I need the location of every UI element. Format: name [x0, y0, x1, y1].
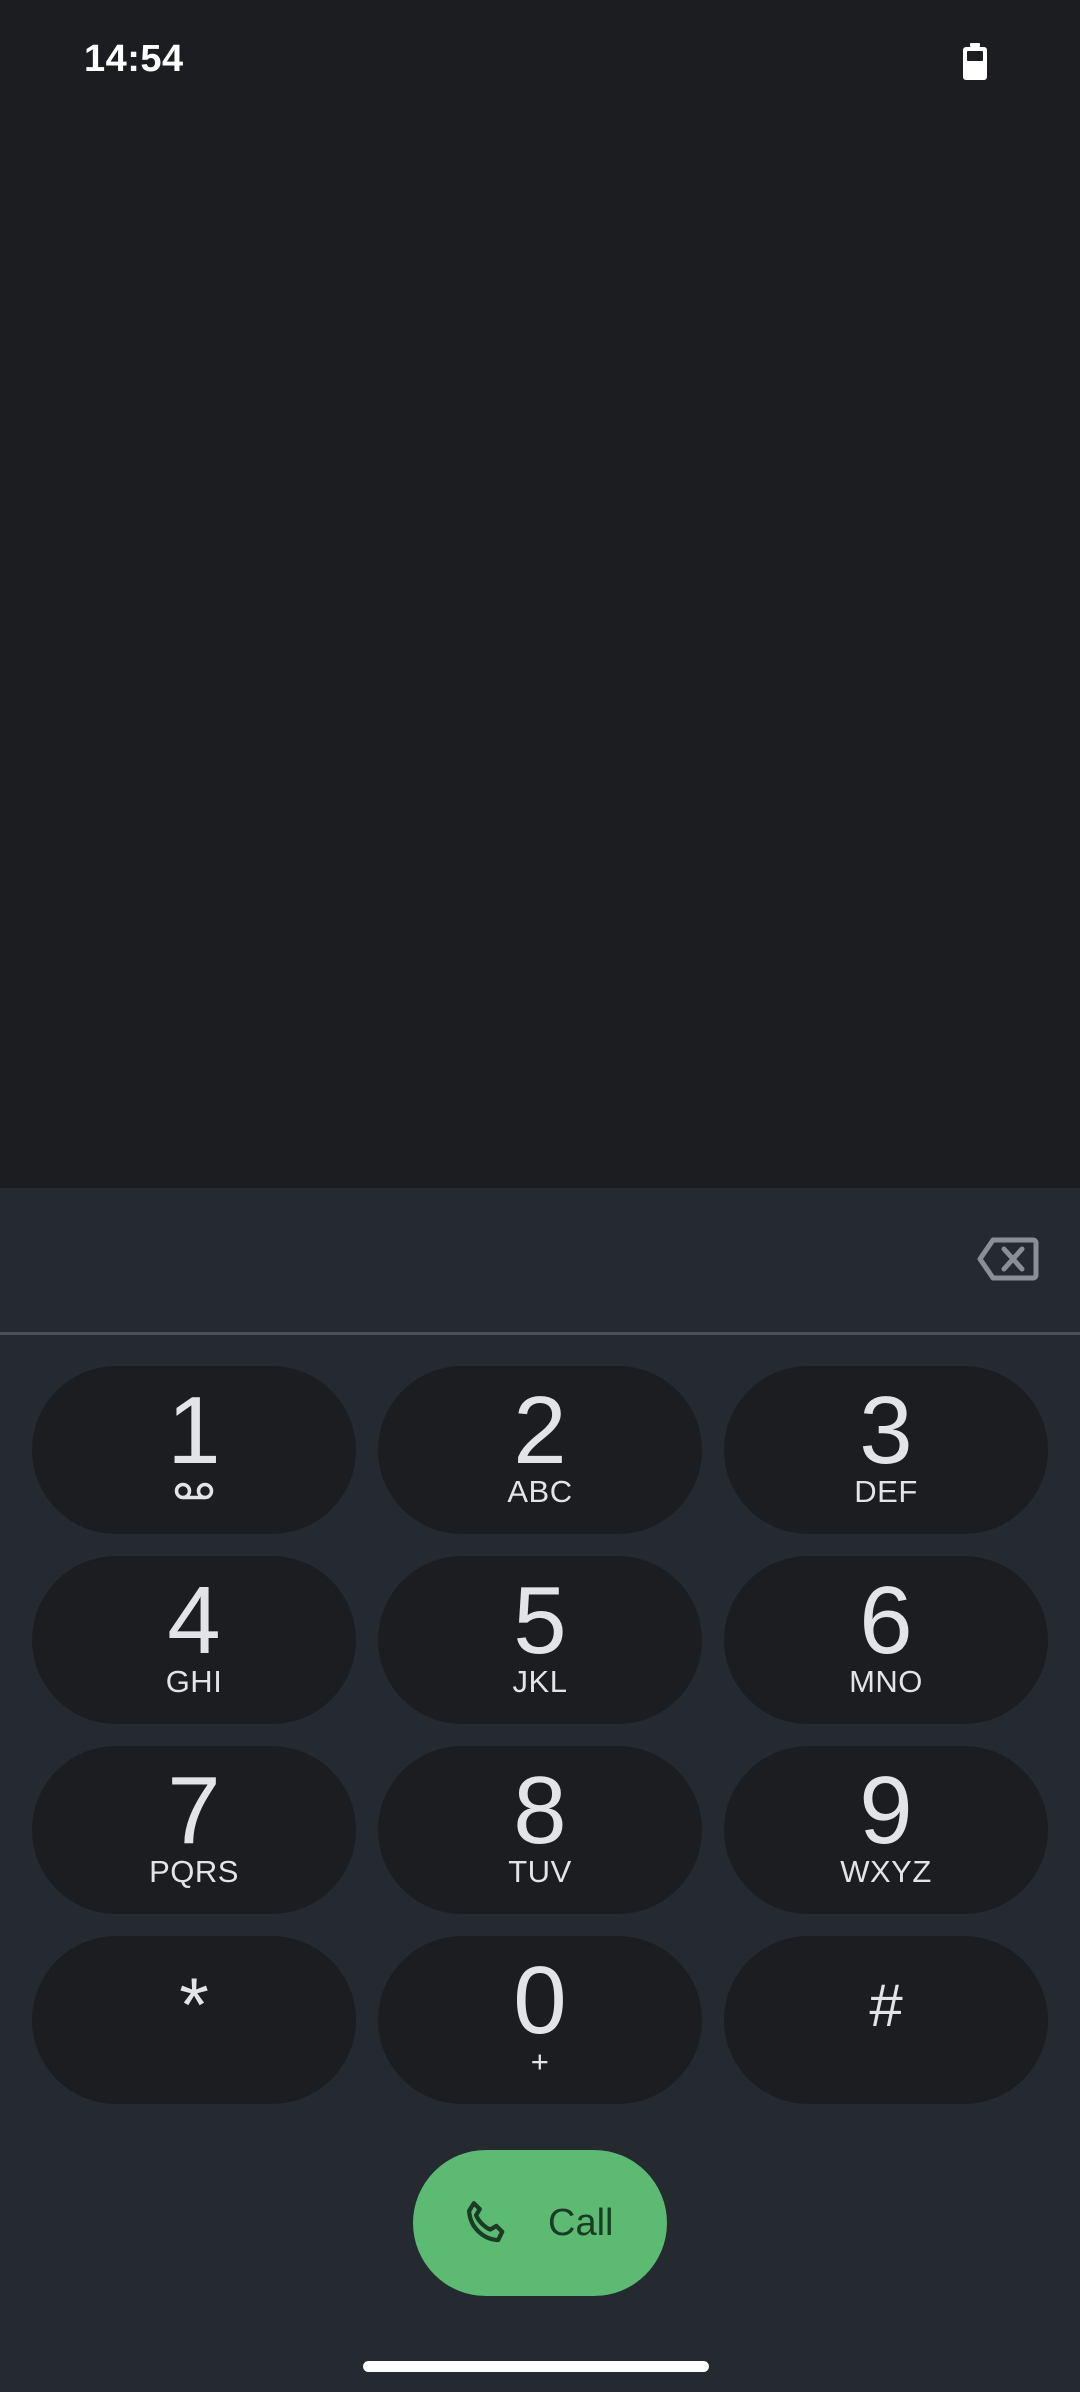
key-5[interactable]: 5 JKL: [378, 1556, 702, 1724]
key-letters: ABC: [507, 1474, 573, 1509]
key-4[interactable]: 4 GHI: [32, 1556, 356, 1724]
key-digit: 1: [167, 1377, 221, 1484]
key-digit: 3: [859, 1377, 913, 1484]
divider: [0, 1332, 1080, 1335]
key-letters: PQRS: [149, 1854, 239, 1889]
backspace-icon: [977, 1237, 1039, 1281]
digits-row: [0, 1188, 1080, 1332]
digits-display[interactable]: [60, 1218, 940, 1302]
backspace-button[interactable]: [970, 1224, 1046, 1294]
key-2[interactable]: 2 ABC: [378, 1366, 702, 1534]
key-0[interactable]: 0 +: [378, 1936, 702, 2104]
key-digit: 9: [859, 1757, 913, 1864]
voicemail-icon: [174, 1482, 214, 1500]
key-6[interactable]: 6 MNO: [724, 1556, 1048, 1724]
key-digit: 0: [513, 1947, 567, 2054]
key-star[interactable]: *: [32, 1936, 356, 2104]
key-hash[interactable]: #: [724, 1936, 1048, 2104]
key-digit: 6: [859, 1567, 913, 1674]
call-label: Call: [548, 2202, 614, 2244]
key-digit: 8: [513, 1757, 567, 1864]
key-letters: +: [530, 2044, 550, 2079]
key-letters: JKL: [512, 1664, 568, 1699]
key-digit: 2: [513, 1377, 567, 1484]
key-digit: 7: [167, 1757, 221, 1864]
key-letters: TUV: [508, 1854, 572, 1889]
key-3[interactable]: 3 DEF: [724, 1366, 1048, 1534]
key-8[interactable]: 8 TUV: [378, 1746, 702, 1914]
phone-icon: [466, 2201, 505, 2243]
key-9[interactable]: 9 WXYZ: [724, 1746, 1048, 1914]
key-symbol: #: [869, 1972, 903, 2039]
status-time: 14:54: [84, 38, 184, 80]
key-letters: MNO: [849, 1664, 923, 1699]
key-letters: WXYZ: [840, 1854, 932, 1889]
key-symbol: *: [179, 1963, 209, 2048]
battery-icon: [963, 43, 987, 80]
key-letters: DEF: [854, 1474, 918, 1509]
call-button[interactable]: Call: [413, 2150, 667, 2296]
status-bar: 14:54: [0, 0, 1080, 124]
home-indicator[interactable]: [363, 2361, 709, 2372]
key-digit: 4: [167, 1567, 221, 1674]
key-letters: GHI: [165, 1664, 223, 1699]
key-1[interactable]: 1: [32, 1366, 356, 1534]
key-7[interactable]: 7 PQRS: [32, 1746, 356, 1914]
key-digit: 5: [513, 1567, 567, 1674]
